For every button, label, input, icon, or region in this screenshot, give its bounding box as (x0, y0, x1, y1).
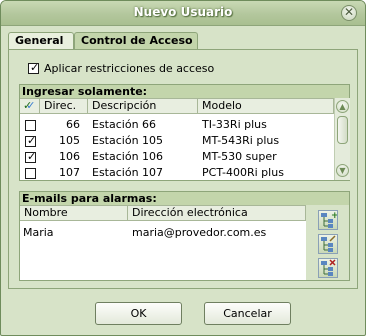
email-row-address[interactable]: maria@provedor.com.es (132, 226, 266, 240)
add-email-button[interactable]: + (318, 210, 339, 230)
chevron-down-icon: ▼ (339, 166, 346, 175)
tab-general[interactable]: General (8, 32, 74, 49)
list-item[interactable]: 107 Estación 107 PCT-400Ri plus (20, 166, 334, 180)
select-all-header[interactable]: ✓✓ (20, 98, 40, 114)
ok-button[interactable]: OK (95, 302, 182, 325)
column-header-nombre[interactable]: Nombre (20, 205, 128, 221)
row-modelo: MT-530 super (202, 150, 277, 163)
access-list-group: Ingresar solamente: ✓✓ Direc. Descripció… (19, 84, 350, 181)
dialog-window: Nuevo Usuario ✕ General Control de Acces… (0, 0, 366, 336)
edit-email-icon (321, 235, 336, 252)
remove-email-icon (321, 259, 336, 276)
row-checkbox[interactable]: ✓ (25, 134, 37, 147)
email-actions-panel: + (306, 205, 349, 280)
edit-email-button[interactable] (318, 234, 338, 254)
email-group: E-mails para alarmas: Nombre Dirección e… (19, 191, 350, 281)
email-header: E-mails para alarmas: (20, 192, 349, 205)
access-list-header: Ingresar solamente: (20, 85, 349, 98)
row-checkbox[interactable] (25, 168, 36, 179)
double-check-icon-overlay: ✓ (26, 99, 36, 112)
scroll-thumb[interactable] (337, 116, 348, 144)
row-descripcion: Estación 105 (92, 134, 164, 147)
row-direc: 105 (59, 134, 80, 147)
email-row-name[interactable]: Maria (23, 226, 54, 240)
row-direc: 107 (59, 166, 80, 179)
column-header-modelo[interactable]: Modelo (198, 98, 334, 114)
row-direc: 106 (59, 150, 80, 163)
column-header-direc[interactable]: Direc. (40, 98, 88, 114)
restrict-checkbox[interactable]: ✓ (28, 61, 40, 74)
svg-text:+: + (331, 211, 337, 221)
scroll-up-button[interactable]: ▲ (336, 100, 349, 113)
close-button[interactable]: ✕ (341, 5, 357, 21)
tab-control-de-acceso[interactable]: Control de Acceso (74, 32, 198, 49)
scroll-down-button[interactable]: ▼ (336, 164, 349, 177)
tab-panel-control-de-acceso: ✓ Aplicar restricciones de acceso Ingres… (8, 49, 358, 289)
column-header-descripcion[interactable]: Descripción (88, 98, 198, 114)
close-icon: ✕ (343, 5, 355, 19)
row-modelo: PCT-400Ri plus (202, 166, 284, 179)
restrict-label: Aplicar restricciones de acceso (44, 62, 215, 75)
window-title: Nuevo Usuario (133, 5, 233, 19)
row-descripcion: Estación 107 (92, 166, 164, 179)
add-email-icon: + (321, 211, 339, 228)
row-descripcion: Estación 106 (92, 150, 164, 163)
check-icon: ✓ (30, 61, 40, 74)
check-icon: ✓ (27, 150, 37, 163)
row-checkbox[interactable]: ✓ (25, 150, 37, 163)
column-header-direccion[interactable]: Dirección electrónica (128, 205, 306, 221)
check-icon: ✓ (27, 134, 37, 147)
row-modelo: TI-33Ri plus (202, 118, 267, 131)
chevron-up-icon: ▲ (339, 102, 346, 111)
row-modelo: MT-543Ri plus (202, 134, 280, 147)
remove-email-button[interactable] (318, 258, 338, 278)
row-descripcion: Estación 66 (92, 118, 157, 131)
access-list-scrollbar[interactable]: ▲ ▼ (334, 98, 350, 180)
row-direc: 66 (66, 118, 80, 131)
cancel-button[interactable]: Cancelar (204, 302, 291, 325)
row-checkbox[interactable] (25, 120, 36, 131)
title-bar[interactable]: Nuevo Usuario ✕ (1, 1, 365, 26)
